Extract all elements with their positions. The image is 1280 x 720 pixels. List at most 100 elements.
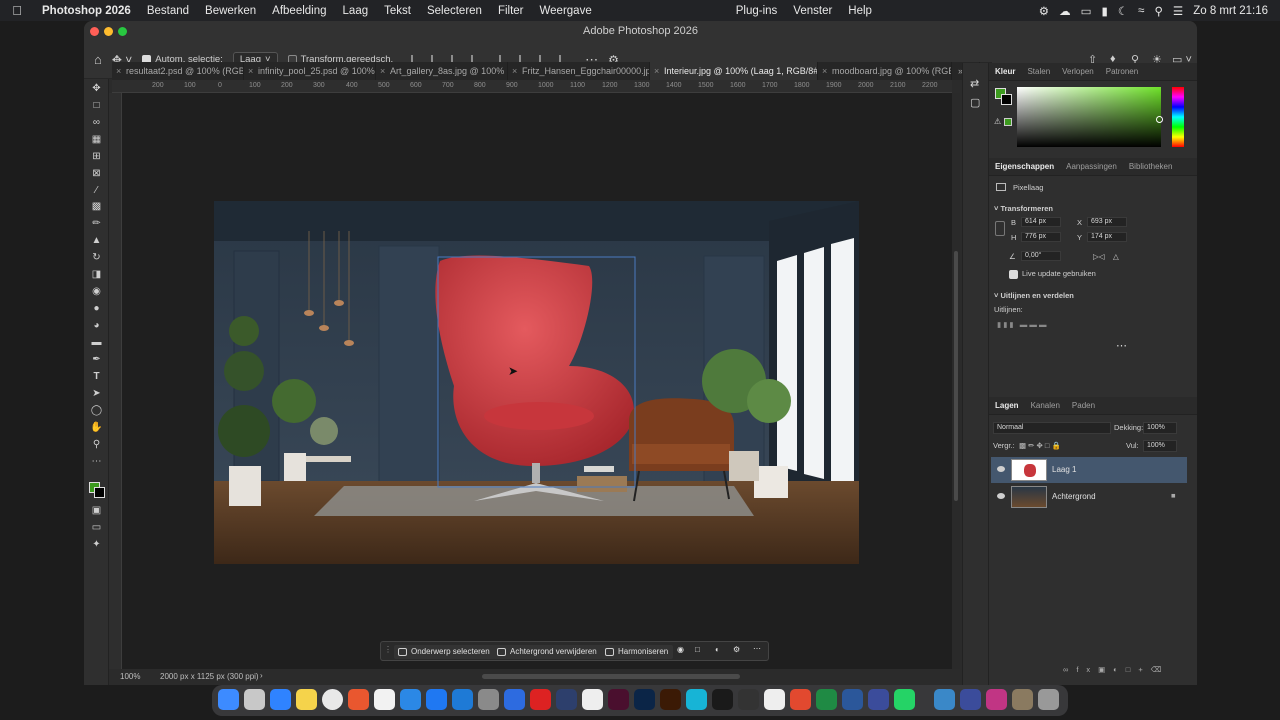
blur-tool-icon[interactable]: ● bbox=[90, 303, 103, 315]
app-icon[interactable] bbox=[504, 689, 525, 710]
home-icon[interactable]: ⌂ bbox=[94, 52, 102, 67]
color-picker-field[interactable] bbox=[1017, 87, 1161, 147]
align-buttons-icon[interactable]: ▮ ▮ ▮ ▬ ▬ ▬ bbox=[997, 320, 1046, 329]
tab-stalen[interactable]: Stalen bbox=[1021, 63, 1056, 80]
whatsapp-icon[interactable] bbox=[894, 689, 915, 710]
app-icon[interactable] bbox=[764, 689, 785, 710]
history-panel-icon[interactable]: ⇄ bbox=[970, 77, 979, 90]
tab-aanpassingen[interactable]: Aanpassingen bbox=[1060, 158, 1123, 175]
align-section[interactable]: ˅ Uitlijnen en verdelen bbox=[994, 291, 1074, 300]
tab-eigenschappen[interactable]: Eigenschappen bbox=[989, 158, 1060, 175]
panel-background-swatch[interactable] bbox=[1001, 94, 1012, 105]
close-tab-icon[interactable]: × bbox=[116, 62, 121, 80]
document-image[interactable] bbox=[214, 201, 859, 564]
eraser-tool-icon[interactable]: ◨ bbox=[90, 269, 103, 281]
visibility-eye-icon[interactable] bbox=[997, 493, 1005, 499]
canvas-area[interactable]: ➤ ⋮ Onderwerp selecteren Achtergrond ver… bbox=[122, 93, 952, 669]
paint-bucket-icon[interactable]: ◉ bbox=[90, 286, 103, 298]
tab-bibliotheken[interactable]: Bibliotheken bbox=[1123, 158, 1179, 175]
menu-bestand[interactable]: Bestand bbox=[139, 5, 197, 17]
visibility-eye-icon[interactable] bbox=[997, 466, 1005, 472]
tab-eggchair[interactable]: × Fritz_Hansen_Eggchair00000.jpg bbox=[508, 62, 650, 80]
menu-weergave[interactable]: Weergave bbox=[532, 5, 600, 17]
finder-icon[interactable] bbox=[218, 689, 239, 710]
path-select-icon[interactable]: ➤ bbox=[90, 388, 103, 400]
system-settings-icon[interactable] bbox=[478, 689, 499, 710]
tab-verlopen[interactable]: Verlopen bbox=[1056, 63, 1100, 80]
lasso-tool-icon[interactable]: ∞ bbox=[90, 117, 103, 129]
tab-moodboard[interactable]: × moodboard.jpg @ 100% (RGB... bbox=[818, 62, 952, 80]
menu-afbeelding[interactable]: Afbeelding bbox=[264, 5, 334, 17]
type-tool-icon[interactable]: T bbox=[90, 371, 103, 383]
lightroom-icon[interactable] bbox=[556, 689, 577, 710]
adjust-icon[interactable]: ◐ bbox=[715, 645, 720, 654]
tab-resultaat2[interactable]: × resultaat2.psd @ 100% (RGB... bbox=[112, 62, 244, 80]
word-icon[interactable] bbox=[842, 689, 863, 710]
launchpad-icon[interactable] bbox=[244, 689, 265, 710]
effects-icon[interactable]: ⚙ bbox=[733, 645, 740, 654]
excel-icon[interactable] bbox=[816, 689, 837, 710]
object-select-tool-icon[interactable]: ▦ bbox=[90, 134, 103, 146]
chrome-icon[interactable] bbox=[322, 689, 343, 710]
tab-art-gallery[interactable]: × Art_gallery_8as.jpg @ 100% (... bbox=[376, 62, 508, 80]
app-icon[interactable] bbox=[960, 689, 981, 710]
flip-horizontal-icon[interactable]: ▷◁ bbox=[1093, 252, 1105, 261]
vertical-scroll-thumb[interactable] bbox=[954, 251, 958, 501]
recent-item-icon[interactable] bbox=[1012, 689, 1033, 710]
quick-mask-icon[interactable]: ▣ bbox=[90, 505, 103, 517]
document-info[interactable]: 2000 px x 1125 px (300 ppi) bbox=[160, 672, 259, 681]
app-icon[interactable] bbox=[934, 689, 955, 710]
illustrator-icon[interactable] bbox=[660, 689, 681, 710]
close-tab-icon[interactable]: × bbox=[654, 62, 659, 80]
layer-name[interactable]: Laag 1 bbox=[1052, 465, 1076, 474]
tab-interieur[interactable]: × Interieur.jpg @ 100% (Laag 1, RGB/8#) * bbox=[650, 62, 818, 80]
zoom-level[interactable]: 100% bbox=[120, 672, 140, 681]
width-field[interactable]: 614 px bbox=[1021, 217, 1061, 227]
close-tab-icon[interactable]: × bbox=[248, 62, 253, 80]
app-icon[interactable] bbox=[868, 689, 889, 710]
zoom-tool-icon[interactable]: ⚲ bbox=[90, 439, 103, 451]
safari-icon[interactable] bbox=[270, 689, 291, 710]
indesign-icon[interactable] bbox=[608, 689, 629, 710]
marquee-tool-icon[interactable]: □ bbox=[90, 100, 103, 112]
background-color-swatch[interactable] bbox=[94, 487, 105, 498]
layers-footer-buttons[interactable]: ∞fx▣◐□+⌫ bbox=[1063, 665, 1169, 674]
close-tab-icon[interactable]: × bbox=[512, 62, 517, 80]
tab-infinity-pool[interactable]: × infinity_pool_25.psd @ 100%... bbox=[244, 62, 376, 80]
display-status-icon[interactable]: ▭ bbox=[1081, 4, 1092, 18]
transform-section[interactable]: ˅ Transformeren bbox=[994, 204, 1053, 213]
hand-tool-icon[interactable]: ✋ bbox=[90, 422, 103, 434]
menu-help[interactable]: Help bbox=[840, 5, 880, 17]
tab-paden[interactable]: Paden bbox=[1066, 397, 1101, 414]
remove-background-button[interactable]: Achtergrond verwijderen bbox=[493, 645, 602, 659]
angle-field[interactable]: 0,00° bbox=[1021, 251, 1061, 261]
brush-tool-icon[interactable]: ✏ bbox=[90, 218, 103, 230]
trash-icon[interactable] bbox=[1038, 689, 1059, 710]
tab-patronen[interactable]: Patronen bbox=[1100, 63, 1144, 80]
screen-mode-icon[interactable]: ▭ bbox=[90, 522, 103, 534]
app-menu[interactable]: Photoshop 2026 bbox=[34, 5, 139, 17]
tab-lagen[interactable]: Lagen bbox=[989, 397, 1025, 414]
layer-name[interactable]: Achtergrond bbox=[1052, 492, 1096, 501]
app-icon[interactable] bbox=[582, 689, 603, 710]
harmonize-button[interactable]: Harmoniseren bbox=[601, 645, 674, 659]
app-icon[interactable] bbox=[452, 689, 473, 710]
horizontal-scroll-thumb[interactable] bbox=[482, 674, 740, 679]
edit-toolbar-icon[interactable]: ⋯ bbox=[90, 456, 103, 468]
photoshop-icon[interactable] bbox=[634, 689, 655, 710]
close-window-button[interactable] bbox=[90, 27, 99, 36]
move-tool-icon[interactable]: ✥ bbox=[90, 83, 103, 95]
app-icon[interactable] bbox=[790, 689, 811, 710]
comments-panel-icon[interactable]: ▢ bbox=[970, 96, 980, 109]
tab-kanalen[interactable]: Kanalen bbox=[1025, 397, 1066, 414]
opacity-field[interactable]: 100% bbox=[1143, 422, 1177, 434]
menu-venster[interactable]: Venster bbox=[785, 5, 840, 17]
menu-bewerken[interactable]: Bewerken bbox=[197, 5, 264, 17]
layer-lock-icon[interactable]: ■ bbox=[1171, 491, 1176, 500]
flip-vertical-icon[interactable]: △ bbox=[1113, 252, 1119, 261]
wifi-icon[interactable]: ≈ bbox=[1138, 5, 1144, 17]
menu-filter[interactable]: Filter bbox=[490, 5, 532, 17]
link-dimensions-icon[interactable] bbox=[995, 221, 1005, 236]
bridge-icon[interactable] bbox=[712, 689, 733, 710]
minimize-window-button[interactable] bbox=[104, 27, 113, 36]
